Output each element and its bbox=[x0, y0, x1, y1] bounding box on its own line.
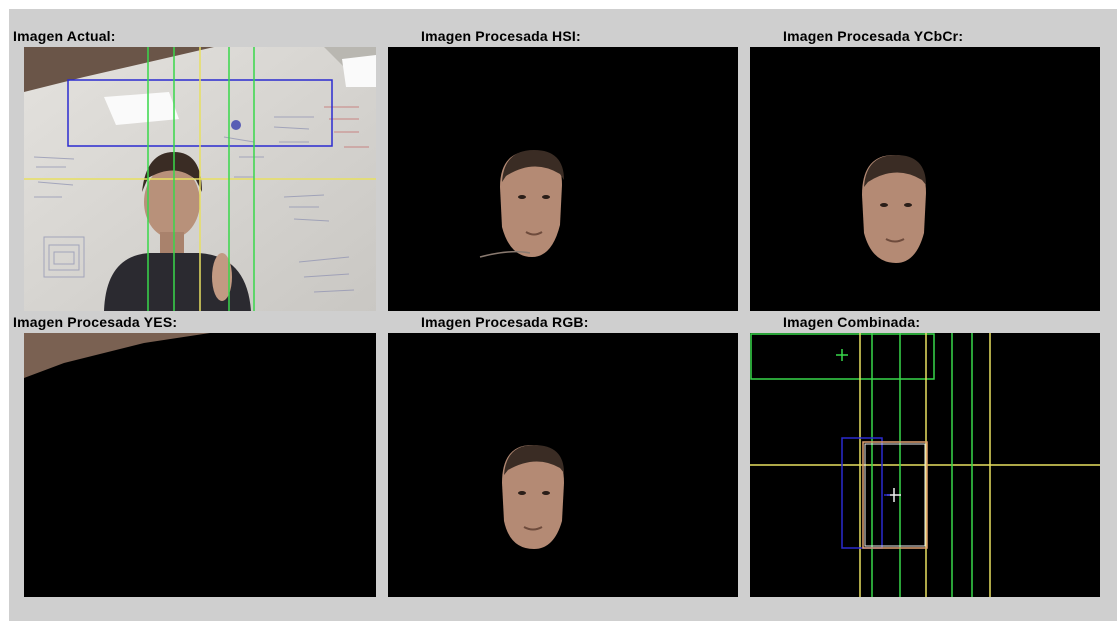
label-imagen-ycbcr: Imagen Procesada YCbCr: bbox=[783, 28, 964, 44]
rgb-segmented-face bbox=[502, 445, 564, 549]
rgb-image-panel bbox=[388, 333, 738, 597]
camera-scene bbox=[24, 47, 376, 311]
combined-tracking-overlay bbox=[750, 333, 1100, 597]
camera-image-panel bbox=[24, 47, 376, 311]
hsi-image-panel bbox=[388, 47, 738, 311]
label-imagen-rgb: Imagen Procesada RGB: bbox=[421, 314, 589, 330]
yes-segmented-region bbox=[24, 333, 210, 378]
label-imagen-actual: Imagen Actual: bbox=[13, 28, 116, 44]
hsi-segmented-face bbox=[479, 150, 564, 258]
label-imagen-combinada: Imagen Combinada: bbox=[783, 314, 921, 330]
label-imagen-hsi: Imagen Procesada HSI: bbox=[421, 28, 581, 44]
ycbcr-image-panel bbox=[750, 47, 1100, 311]
combined-image-panel bbox=[750, 333, 1100, 597]
ycbcr-segmented-face bbox=[862, 155, 926, 263]
yes-image-panel bbox=[24, 333, 376, 597]
label-imagen-yes: Imagen Procesada YES: bbox=[13, 314, 178, 330]
